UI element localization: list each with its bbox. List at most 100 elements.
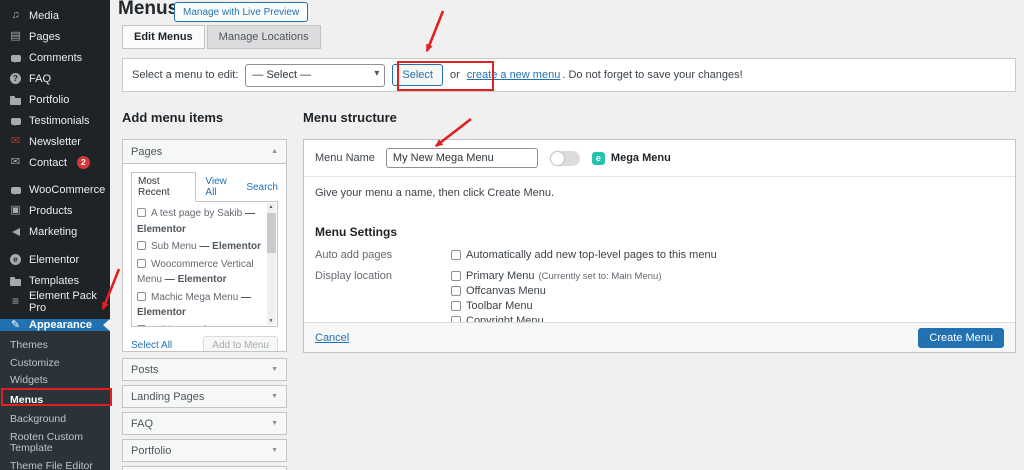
woocommerce-icon [9, 186, 22, 193]
mega-menu-toggle[interactable] [550, 151, 580, 166]
sidebar-item-templates[interactable]: Templates [0, 270, 110, 291]
menu-settings-heading: Menu Settings [315, 225, 1004, 239]
sidebar-item-label: Contact [29, 157, 67, 169]
page-title-text: Sub Menu [151, 241, 197, 252]
contact-count-badge: 2 [77, 156, 90, 169]
menu-select-dropdown[interactable]: — Select — [245, 64, 385, 87]
location-label: Offcanvas Menu [466, 285, 546, 297]
chevron-up-icon[interactable]: ▲ [271, 148, 278, 155]
location-option: Primary Menu(Currently set to: Main Menu… [451, 270, 661, 282]
sidebar-item-label: Testimonials [29, 115, 90, 127]
select-all-link[interactable]: Select All [131, 340, 172, 351]
testimonials-icon [9, 117, 22, 124]
accordion-landing-pages[interactable]: Landing Pages▼ [122, 385, 287, 408]
submenu-item-theme-file-editor[interactable]: Theme File Editor [0, 458, 110, 470]
page-checkbox[interactable] [137, 259, 146, 268]
location-label: Toolbar Menu [466, 300, 533, 312]
accordion-faq[interactable]: FAQ▼ [122, 412, 287, 435]
chevron-down-icon: ▼ [271, 393, 278, 400]
sidebar-item-label: Newsletter [29, 136, 81, 148]
tab-edit-menus[interactable]: Edit Menus [122, 25, 205, 49]
sidebar-item-label: Elementor [29, 254, 79, 266]
sidebar-item-testimonials[interactable]: Testimonials [0, 110, 110, 131]
current-menu-notch [97, 319, 110, 331]
sidebar-item-portfolio[interactable]: Portfolio [0, 89, 110, 110]
submenu-item-menus[interactable]: Menus [0, 390, 110, 412]
sidebar-item-label: WooCommerce [29, 184, 105, 196]
sidebar-item-newsletter[interactable]: Newsletter [0, 131, 110, 152]
offcanvas-menu-checkbox[interactable] [451, 286, 461, 296]
sidebar-item-products[interactable]: Products [0, 200, 110, 221]
sidebar-item-comments[interactable]: Comments [0, 47, 110, 68]
accordion-title: FAQ [131, 418, 153, 430]
create-new-menu-link[interactable]: create a new menu [467, 69, 561, 81]
sidebar-item-media[interactable]: Media [0, 5, 110, 26]
accordion-portfolio[interactable]: Portfolio▼ [122, 439, 287, 462]
pages-inner-tabs: Most Recent View All Search [131, 172, 278, 202]
manage-with-live-preview-button[interactable]: Manage with Live Preview [174, 2, 308, 22]
accordion-posts[interactable]: Posts▼ [122, 358, 287, 381]
envelope-icon [9, 157, 22, 168]
primary-menu-checkbox[interactable] [451, 271, 461, 281]
page-state-text: — Elementor [184, 325, 246, 328]
submenu-item-background[interactable]: Background [0, 411, 110, 429]
add-to-menu-button[interactable]: Add to Menu [203, 336, 278, 352]
sidebar-item-woocommerce[interactable]: WooCommerce [0, 179, 110, 200]
page-title-text: A test page by Sakib [151, 208, 242, 219]
sidebar-item-appearance[interactable]: Appearance [0, 319, 110, 331]
location-option: Offcanvas Menu [451, 285, 661, 297]
page-title-text: Adidas [151, 325, 182, 328]
or-text: or [450, 69, 460, 81]
sidebar-item-element-pack-pro[interactable]: Element Pack Pro [0, 291, 110, 312]
sidebar-item-pages[interactable]: Pages [0, 26, 110, 47]
sidebar-item-elementor[interactable]: eElementor [0, 249, 110, 270]
tab-view-all[interactable]: View All [205, 176, 237, 198]
page-checkbox[interactable] [137, 325, 146, 328]
page-checkbox[interactable] [137, 208, 146, 217]
page-list-item: A test page by Sakib — Elementor [137, 206, 263, 237]
brush-icon [9, 320, 22, 331]
create-menu-button[interactable]: Create Menu [918, 328, 1004, 348]
menu-name-input[interactable] [386, 148, 538, 168]
scrollbar[interactable] [267, 203, 276, 325]
add-menu-items-column: Pages ▲ Most Recent View All Search A te… [122, 139, 287, 470]
submenu-item-themes[interactable]: Themes [0, 337, 110, 355]
select-button[interactable]: Select [392, 64, 443, 86]
pages-panel-footer: Select All Add to Menu [131, 336, 278, 352]
add-menu-items-heading: Add menu items [122, 110, 223, 125]
page-checkbox[interactable] [137, 241, 146, 250]
auto-add-pages-row: Auto add pages Automatically add new top… [315, 249, 1004, 261]
tab-manage-locations[interactable]: Manage Locations [207, 25, 321, 49]
submenu-item-customize[interactable]: Customize [0, 355, 110, 373]
display-location-label: Display location [315, 270, 451, 330]
sidebar-item-label: Templates [29, 275, 79, 287]
menu-name-row: Menu Name Mega Menu [304, 140, 1015, 177]
mega-menu-label: Mega Menu [611, 152, 671, 164]
select-menu-label: Select a menu to edit: [132, 69, 238, 81]
main-content: Menus Manage with Live Preview Edit Menu… [110, 0, 1024, 470]
menu-structure-heading: Menu structure [303, 110, 397, 125]
menu-select-wrapper: — Select — [245, 64, 385, 87]
element-pack-icon [9, 296, 22, 307]
auto-add-checkbox[interactable] [451, 250, 461, 260]
sidebar-item-label: Comments [29, 52, 82, 64]
page-checkbox[interactable] [137, 292, 146, 301]
sidebar-item-label: Products [29, 205, 72, 217]
sidebar-group-tools: eElementor Templates Element Pack Pro [0, 249, 110, 312]
pages-panel-header[interactable]: Pages ▲ [123, 140, 286, 164]
sidebar-item-faq[interactable]: ?FAQ [0, 68, 110, 89]
scrollbar-thumb[interactable] [267, 213, 276, 253]
save-changes-text: . Do not forget to save your changes! [562, 69, 742, 81]
sidebar-group-commerce: WooCommerce Products Marketing [0, 179, 110, 242]
toolbar-menu-checkbox[interactable] [451, 301, 461, 311]
sidebar-item-marketing[interactable]: Marketing [0, 221, 110, 242]
tab-most-recent[interactable]: Most Recent [131, 172, 196, 202]
sidebar-item-contact[interactable]: Contact 2 [0, 152, 110, 173]
megaphone-icon [9, 228, 22, 236]
page-list-item: Adidas — Elementor [137, 323, 263, 328]
submenu-item-widgets[interactable]: Widgets [0, 372, 110, 390]
submenu-item-rooten-custom-template[interactable]: Rooten Custom Template [0, 429, 110, 458]
page-list-item: Woocommerce Vertical Menu — Elementor [137, 257, 263, 288]
tab-search[interactable]: Search [246, 182, 278, 193]
cancel-link[interactable]: Cancel [315, 332, 349, 344]
